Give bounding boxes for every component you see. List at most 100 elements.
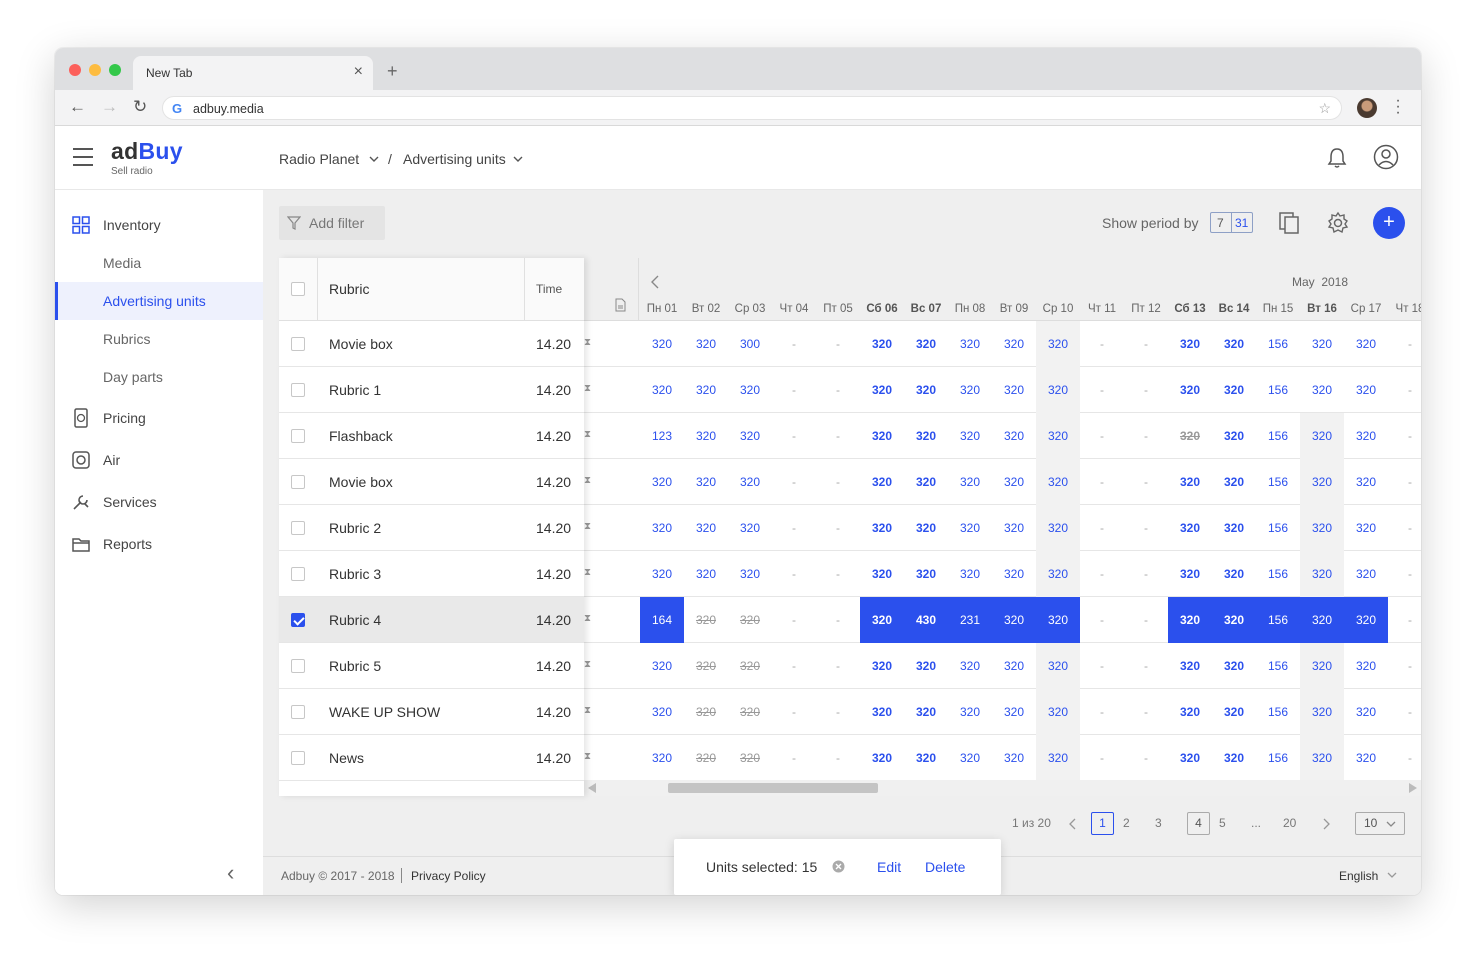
page-0[interactable]: 1 <box>1091 812 1114 835</box>
schedule-cell[interactable]: 320 <box>1168 321 1212 367</box>
close-tab-icon[interactable]: × <box>354 63 363 81</box>
schedule-cell[interactable]: - <box>1124 459 1168 505</box>
schedule-cell[interactable]: 320 <box>948 413 992 459</box>
row-checkbox[interactable] <box>291 613 305 627</box>
schedule-cell[interactable]: 320 <box>684 505 728 551</box>
schedule-cell[interactable]: 320 <box>728 689 772 735</box>
schedule-cell[interactable]: 320 <box>684 597 728 643</box>
schedule-cell[interactable]: 320 <box>992 735 1036 781</box>
chevron-down-icon[interactable] <box>1387 872 1397 879</box>
schedule-cell[interactable]: 320 <box>728 505 772 551</box>
row-checkbox[interactable] <box>291 429 305 443</box>
day-header[interactable]: Вт 16 <box>1300 303 1344 315</box>
logo[interactable]: adBuy <box>111 138 183 165</box>
schedule-cell[interactable]: 320 <box>1212 505 1256 551</box>
schedule-cell[interactable]: 320 <box>728 597 772 643</box>
day-header[interactable]: Сб 06 <box>860 303 904 315</box>
schedule-cell[interactable]: - <box>816 597 860 643</box>
browser-profile-avatar[interactable] <box>1357 98 1377 118</box>
row-checkbox[interactable] <box>291 751 305 765</box>
maximize-window-dot[interactable] <box>109 64 121 76</box>
language-select[interactable]: English <box>1339 869 1378 883</box>
schedule-cell[interactable]: - <box>1080 321 1124 367</box>
schedule-cell[interactable]: 156 <box>1256 735 1300 781</box>
schedule-cell[interactable]: 320 <box>1212 367 1256 413</box>
schedule-cell[interactable]: 320 <box>728 551 772 597</box>
schedule-cell[interactable]: - <box>816 689 860 735</box>
page-5[interactable]: ... <box>1251 816 1261 830</box>
scrollbar-thumb[interactable] <box>668 783 878 793</box>
schedule-cell[interactable]: 156 <box>1256 459 1300 505</box>
schedule-cell[interactable]: 320 <box>1300 413 1344 459</box>
add-filter-button[interactable]: Add filter <box>279 206 385 240</box>
schedule-cell[interactable]: 320 <box>728 413 772 459</box>
schedule-cell[interactable]: - <box>772 597 816 643</box>
scroll-left-icon[interactable] <box>587 783 597 793</box>
per-page-select[interactable]: 10 <box>1355 812 1405 835</box>
sidebar-item-media[interactable]: Media <box>55 244 263 282</box>
chevron-down-icon[interactable] <box>369 155 379 163</box>
schedule-cell[interactable]: 156 <box>1256 551 1300 597</box>
schedule-cell[interactable]: 320 <box>1344 551 1388 597</box>
schedule-cell[interactable]: 320 <box>1036 643 1080 689</box>
schedule-cell[interactable]: 320 <box>1036 367 1080 413</box>
schedule-cell[interactable]: 320 <box>948 367 992 413</box>
schedule-cell[interactable]: 320 <box>904 735 948 781</box>
schedule-cell[interactable]: 320 <box>684 459 728 505</box>
table-row[interactable]: Rubric 1 14.20 <box>279 367 584 413</box>
table-row[interactable]: Flashback 14.20 <box>279 413 584 459</box>
row-checkbox[interactable] <box>291 705 305 719</box>
schedule-cell[interactable]: - <box>1388 735 1421 781</box>
schedule-cell[interactable]: 123 <box>640 413 684 459</box>
schedule-cell[interactable]: 320 <box>1036 689 1080 735</box>
day-header[interactable]: Ср 10 <box>1036 303 1080 315</box>
schedule-cell[interactable]: 320 <box>640 505 684 551</box>
schedule-cell[interactable]: 320 <box>1300 321 1344 367</box>
schedule-cell[interactable]: 320 <box>1212 551 1256 597</box>
breadcrumb-section[interactable]: Advertising units <box>403 151 506 167</box>
day-header[interactable]: Ср 17 <box>1344 303 1388 315</box>
schedule-cell[interactable]: 320 <box>948 689 992 735</box>
schedule-cell[interactable]: - <box>1080 367 1124 413</box>
schedule-cell[interactable]: 320 <box>860 505 904 551</box>
browser-menu-icon[interactable]: · · · <box>1393 93 1403 121</box>
row-checkbox[interactable] <box>291 475 305 489</box>
page-6[interactable]: 20 <box>1283 816 1296 830</box>
schedule-cell[interactable]: 320 <box>1212 459 1256 505</box>
schedule-cell[interactable]: 156 <box>1256 505 1300 551</box>
breadcrumb-station[interactable]: Radio Planet <box>279 151 359 167</box>
hamburger-menu-icon[interactable] <box>73 148 93 166</box>
schedule-cell[interactable]: - <box>772 505 816 551</box>
schedule-cell[interactable]: 320 <box>1168 643 1212 689</box>
schedule-cell[interactable]: - <box>772 413 816 459</box>
page-4[interactable]: 5 <box>1219 816 1226 830</box>
schedule-cell[interactable]: - <box>1080 551 1124 597</box>
schedule-cell[interactable]: 320 <box>1168 459 1212 505</box>
schedule-cell[interactable]: 320 <box>728 643 772 689</box>
schedule-cell[interactable]: - <box>1388 689 1421 735</box>
schedule-cell[interactable]: 320 <box>640 459 684 505</box>
schedule-cell[interactable]: 320 <box>992 597 1036 643</box>
schedule-cell[interactable]: 320 <box>1300 551 1344 597</box>
sidebar-item-advertising-units[interactable]: Advertising units <box>55 282 263 320</box>
table-row[interactable]: News 14.20 <box>279 735 584 781</box>
schedule-cell[interactable]: - <box>1124 413 1168 459</box>
schedule-cell[interactable]: - <box>1080 735 1124 781</box>
schedule-cell[interactable]: 320 <box>948 643 992 689</box>
period-7-option[interactable]: 7 <box>1217 216 1224 230</box>
schedule-cell[interactable]: 231 <box>948 597 992 643</box>
column-header-time[interactable]: Time <box>536 282 562 296</box>
scroll-right-icon[interactable] <box>1408 783 1418 793</box>
schedule-cell[interactable]: - <box>1388 505 1421 551</box>
schedule-cell[interactable]: 320 <box>1036 413 1080 459</box>
schedule-cell[interactable]: 320 <box>1168 551 1212 597</box>
schedule-cell[interactable]: - <box>772 551 816 597</box>
row-checkbox[interactable] <box>291 337 305 351</box>
schedule-cell[interactable]: 320 <box>1168 413 1212 459</box>
table-row[interactable]: Movie box 14.20 <box>279 459 584 505</box>
schedule-cell[interactable]: - <box>1124 643 1168 689</box>
back-icon[interactable]: ← <box>69 97 86 117</box>
schedule-cell[interactable]: - <box>772 735 816 781</box>
schedule-cell[interactable]: - <box>1124 505 1168 551</box>
schedule-cell[interactable]: 320 <box>1300 459 1344 505</box>
